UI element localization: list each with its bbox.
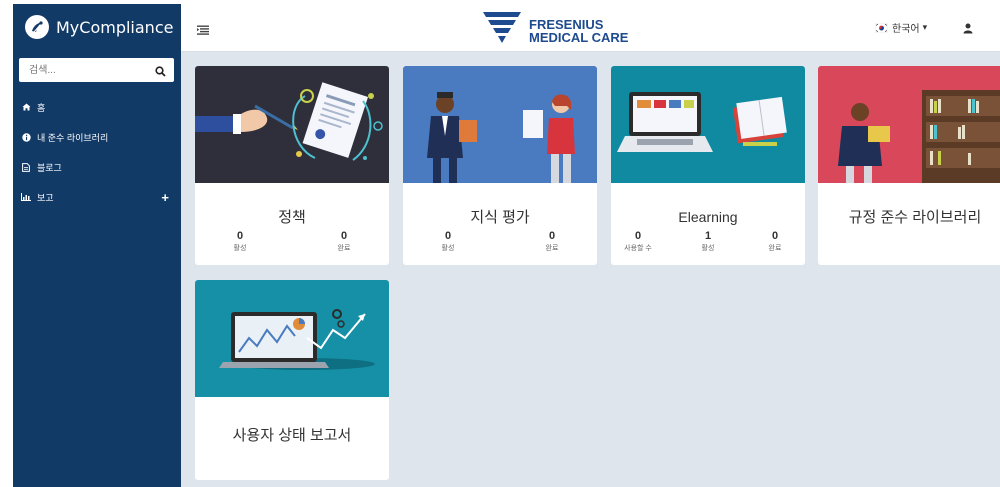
card-title: 지식 평가 [470,209,530,226]
stat-label: 완료 [768,245,782,252]
sidebar-item-label: 홈 [37,102,46,113]
card-elearning[interactable]: Elearning 0 사용할 수 1 활성 0 완료 [611,66,805,265]
search-icon[interactable] [155,64,166,82]
home-icon [21,102,31,112]
brand-line1: FRESENIUS [529,16,604,32]
stat-label: 활성 [233,245,247,252]
sidebar-item-my-library[interactable]: 내 준수 라이브러리 [13,122,181,152]
user-icon[interactable] [963,21,973,34]
card-title: 사용자 상태 보고서 [232,427,352,444]
app-logo-icon [25,15,49,39]
sidebar-item-reports[interactable]: 보고 + [13,182,181,212]
language-label: 한국어 [892,24,920,35]
sidebar-item-label: 내 준수 라이브러리 [37,132,109,143]
sidebar-item-blog[interactable]: 블로그 [13,152,181,182]
card-compliance-library[interactable]: 규정 준수 라이브러리 [818,66,1000,265]
card-policy[interactable]: 정책 0 활성 0 완료 [195,66,389,265]
library-illustration [818,66,1000,183]
fresenius-wordmark: FRESENIUS MEDICAL CARE [529,18,628,44]
language-selector[interactable]: 한국어 ▾ [874,20,928,35]
sidebar: MyCompliance 홈 내 준수 라이브러리 [13,4,181,487]
bar-chart-icon [21,192,31,202]
stat-value: 0 [634,230,642,242]
search-input[interactable] [19,59,147,81]
brand-line2: MEDICAL CARE [529,29,629,45]
sidebar-item-home[interactable]: 홈 [13,92,181,122]
sidebar-item-label: 보고 [37,192,54,203]
file-icon [21,162,31,172]
search-box [19,58,174,82]
stat-label: 완료 [337,245,351,252]
info-icon [21,132,31,142]
card-knowledge-assessment[interactable]: 지식 평가 0 활성 0 완료 [403,66,597,265]
policy-illustration [195,66,389,183]
stat-value: 0 [548,230,556,242]
stat-label: 활성 [701,245,715,252]
stat-value: 1 [704,230,712,242]
report-illustration [195,280,389,397]
chevron-down-icon: ▾ [922,22,928,32]
sidebar-item-label: 블로그 [37,162,62,173]
expand-plus-icon[interactable]: + [161,190,169,205]
stat-complete: 0 완료 [745,230,805,253]
menu-toggle-icon[interactable] [197,22,209,35]
stat-label: 완료 [545,245,559,252]
korea-flag-icon [874,22,889,33]
stat-active: 0 활성 [418,230,478,253]
brand[interactable]: MyCompliance [25,15,173,39]
top-bar: FRESENIUS MEDICAL CARE 한국어 ▾ [181,4,1000,52]
card-title: Elearning [678,209,738,225]
stat-complete: 0 완료 [314,230,374,253]
stat-label: 활성 [441,245,455,252]
app-name: MyCompliance [56,17,174,37]
stat-value: 0 [340,230,348,242]
stat-value: 0 [771,230,779,242]
card-title: 정책 [278,209,306,226]
elearning-illustration [611,66,805,183]
stat-active: 1 활성 [678,230,738,253]
assessment-illustration [403,66,597,183]
stat-active: 0 활성 [210,230,270,253]
card-title: 규정 준수 라이브러리 [848,209,982,226]
card-user-status-report[interactable]: 사용자 상태 보고서 [195,280,389,480]
stat-complete: 0 완료 [522,230,582,253]
stat-label: 사용할 수 [624,245,652,252]
sidebar-nav: 홈 내 준수 라이브러리 블로그 보고 + [13,92,181,212]
fresenius-logo: FRESENIUS MEDICAL CARE [483,12,628,49]
stat-available: 0 사용할 수 [611,230,668,253]
stat-value: 0 [236,230,244,242]
app-frame: MyCompliance 홈 내 준수 라이브러리 [13,4,1000,487]
fresenius-logo-icon [483,12,521,49]
stat-value: 0 [444,230,452,242]
